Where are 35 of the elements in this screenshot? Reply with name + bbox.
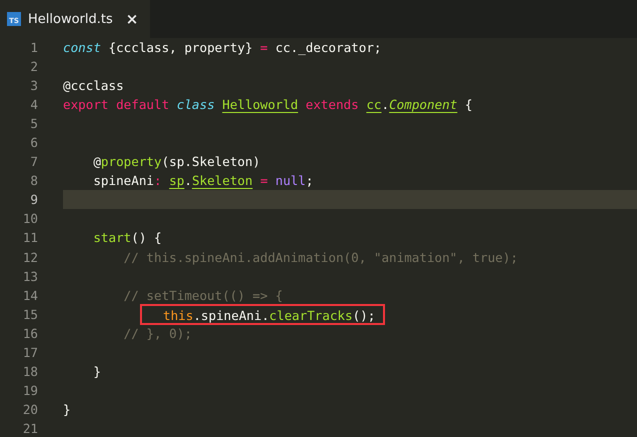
close-icon[interactable]: × bbox=[126, 10, 138, 28]
line-number: 14 bbox=[22, 286, 39, 305]
line-number: 15 bbox=[22, 306, 39, 324]
line-number: 19 bbox=[22, 382, 39, 400]
line-number: 4 bbox=[29, 96, 39, 114]
line-number: 8 bbox=[29, 172, 39, 190]
code-line: } bbox=[63, 402, 71, 417]
code-line: // this.spineAni.addAnimation(0, "animation", true); bbox=[122, 250, 518, 265]
code-line: // setTimeout(() => { bbox=[122, 288, 283, 303]
line-number: 5 bbox=[29, 115, 39, 134]
line-number: 6 bbox=[29, 134, 39, 152]
code-line: this.spineAni.clearTracks(); bbox=[163, 308, 376, 323]
code-line: @property(sp.Skeleton) bbox=[92, 154, 260, 170]
line-number: 10 bbox=[22, 210, 39, 228]
code-line: // }, 0); bbox=[122, 326, 192, 341]
line-number: 17 bbox=[22, 344, 39, 362]
code-line: export default class Helloworld extends cc.Component { bbox=[63, 97, 472, 112]
code-line: @ccclass bbox=[63, 78, 124, 94]
line-number: 21 bbox=[22, 420, 39, 437]
line-number: 18 bbox=[22, 362, 39, 381]
line-number: 13 bbox=[22, 268, 39, 286]
line-number: 2 bbox=[29, 58, 39, 76]
line-number: 9 bbox=[29, 191, 39, 210]
line-number: 1 bbox=[29, 39, 39, 57]
code-line: } bbox=[92, 364, 101, 379]
line-number: 3 bbox=[29, 77, 39, 96]
line-number: 16 bbox=[22, 324, 39, 343]
line-number: 11 bbox=[22, 229, 39, 248]
code-line: spineAni: sp.Skeleton = null; bbox=[92, 173, 314, 188]
tab-label: Helloworld.ts bbox=[28, 12, 113, 26]
code-line: start() { bbox=[92, 230, 162, 246]
line-number: 20 bbox=[22, 400, 39, 419]
code-line: const {ccclass, property} = cc._decorator; bbox=[63, 40, 382, 55]
line-number: 12 bbox=[22, 248, 39, 267]
line-number: 7 bbox=[29, 153, 39, 172]
